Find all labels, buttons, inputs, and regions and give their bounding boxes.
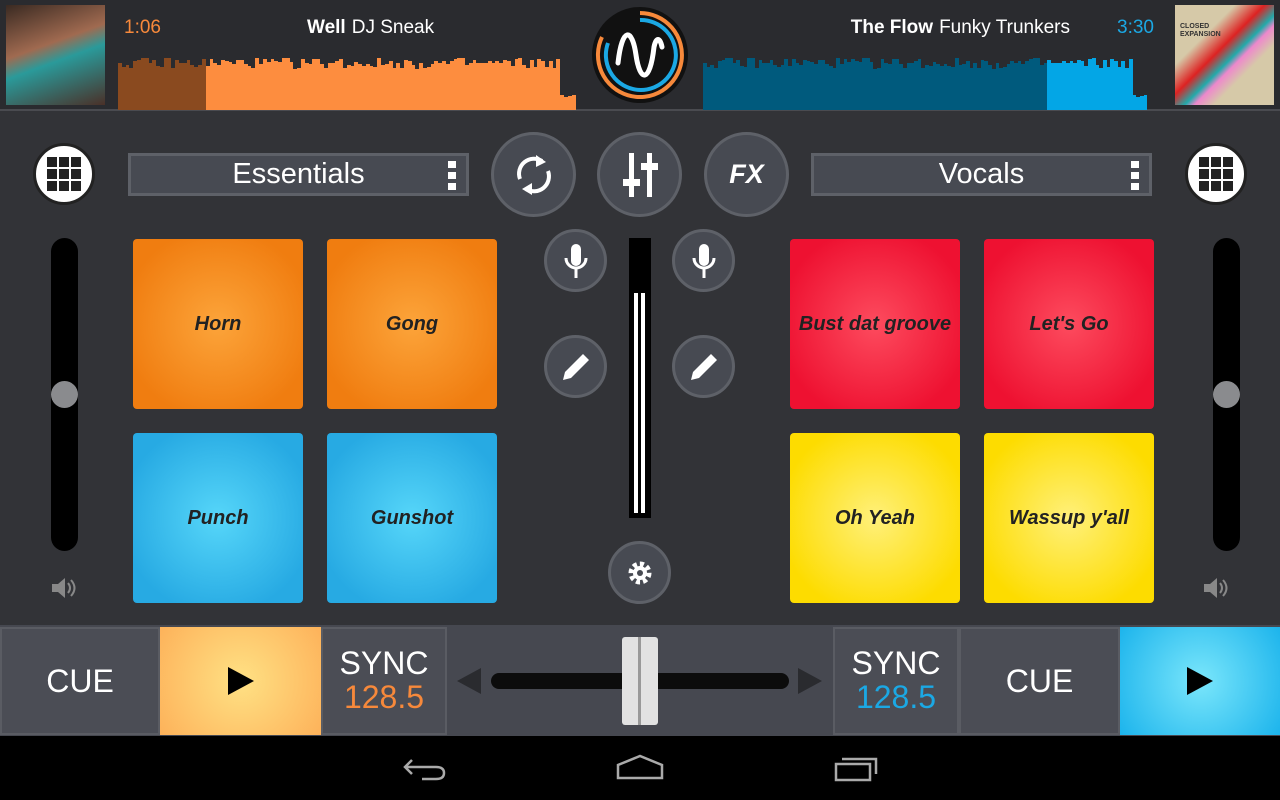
- left-sample-bank-selector[interactable]: Essentials: [128, 153, 469, 196]
- crossfader-handle[interactable]: [622, 637, 658, 725]
- sync-arrows-icon: [516, 154, 551, 195]
- right-album-text: CLOSED EXPANSION: [1180, 23, 1221, 38]
- crossfader[interactable]: [447, 625, 833, 736]
- sync-label: SYNC: [851, 645, 941, 682]
- menu-dots-icon: [448, 161, 456, 190]
- system-nav-bar: [0, 736, 1280, 800]
- pad-label: Bust dat groove: [798, 312, 952, 335]
- sample-pad[interactable]: Let's Go: [984, 239, 1154, 409]
- left-volume-slider[interactable]: [51, 238, 78, 551]
- sync-label: SYNC: [339, 645, 429, 682]
- speaker-icon: [52, 578, 76, 598]
- menu-dots-icon: [1131, 161, 1139, 190]
- left-bpm: 128.5: [343, 679, 425, 715]
- app-logo[interactable]: [592, 7, 688, 103]
- arrow-left-icon: [457, 668, 481, 694]
- left-mic-button[interactable]: [544, 229, 607, 292]
- slider-knob[interactable]: [51, 381, 78, 408]
- right-waveform[interactable]: [703, 55, 1148, 110]
- recents-icon[interactable]: [834, 754, 880, 782]
- pad-label: Gong: [385, 312, 439, 335]
- microphone-icon: [564, 243, 587, 278]
- play-icon: [227, 667, 254, 695]
- sample-pad[interactable]: Wassup y'all: [984, 433, 1154, 603]
- right-title: The Flow: [850, 17, 934, 38]
- gear-icon: [628, 561, 651, 584]
- mixer-button[interactable]: [597, 132, 682, 217]
- right-sample-bank-selector[interactable]: Vocals: [811, 153, 1152, 196]
- left-selector-label: Essentials: [232, 158, 365, 190]
- left-album-art[interactable]: [6, 5, 105, 105]
- right-track-title: The Flow Funky Trunkers: [851, 17, 1070, 39]
- top-bar: 1:06 Well DJ Sneak The Flow Funky Trunkers…: [0, 0, 1280, 111]
- settings-button[interactable]: [608, 541, 671, 604]
- waveform-bar: [571, 94, 576, 110]
- sample-pad[interactable]: Punch: [133, 433, 303, 603]
- left-grid-button[interactable]: [33, 143, 95, 205]
- left-track-title: Well DJ Sneak: [307, 17, 434, 39]
- play-icon: [1187, 667, 1213, 695]
- right-play-button[interactable]: [1120, 627, 1280, 735]
- pad-label: Wassup y'all: [1009, 506, 1129, 529]
- cue-label: CUE: [46, 662, 114, 699]
- right-bpm: 128.5: [855, 679, 937, 715]
- grid-icon: [1199, 157, 1233, 191]
- right-selector-label: Vocals: [938, 158, 1025, 190]
- grid-icon: [47, 157, 81, 191]
- left-artist: DJ Sneak: [351, 17, 435, 38]
- right-volume-slider[interactable]: [1213, 238, 1240, 551]
- back-icon[interactable]: [402, 756, 446, 782]
- right-edit-button[interactable]: [672, 335, 735, 398]
- left-cue-button[interactable]: CUE: [0, 627, 160, 735]
- left-waveform[interactable]: [118, 55, 576, 110]
- home-icon[interactable]: [616, 754, 664, 780]
- right-cue-button[interactable]: CUE: [959, 627, 1120, 735]
- right-grid-button[interactable]: [1185, 143, 1247, 205]
- pad-label: Gunshot: [370, 506, 454, 529]
- left-time: 1:06: [124, 17, 161, 38]
- pad-label: Horn: [194, 312, 242, 335]
- left-edit-button[interactable]: [544, 335, 607, 398]
- pad-label: Oh Yeah: [834, 506, 916, 529]
- right-time: 3:30: [1117, 17, 1154, 38]
- sample-pad[interactable]: Horn: [133, 239, 303, 409]
- loop-button[interactable]: [491, 132, 576, 217]
- left-play-button[interactable]: [160, 627, 321, 735]
- right-album-art[interactable]: CLOSED EXPANSION: [1175, 5, 1274, 105]
- waveform-bar: [1143, 94, 1148, 110]
- pad-label: Punch: [187, 506, 249, 529]
- speaker-icon: [1204, 578, 1228, 598]
- logo-icon: [596, 11, 684, 99]
- sample-pad[interactable]: Gong: [327, 239, 497, 409]
- right-mic-button[interactable]: [672, 229, 735, 292]
- right-artist: Funky Trunkers: [939, 17, 1070, 38]
- left-sync-button[interactable]: SYNC 128.5: [321, 627, 447, 735]
- mixer-icon: [622, 152, 658, 197]
- pencil-icon: [562, 353, 589, 380]
- left-title: Well: [307, 17, 346, 38]
- sample-pad[interactable]: Bust dat groove: [790, 239, 960, 409]
- fx-label: FX: [729, 159, 764, 189]
- arrow-right-icon: [798, 668, 822, 694]
- right-sync-button[interactable]: SYNC 128.5: [833, 627, 959, 735]
- fx-button[interactable]: FX: [704, 132, 789, 217]
- sample-pad[interactable]: Gunshot: [327, 433, 497, 603]
- slider-knob[interactable]: [1213, 381, 1240, 408]
- level-meter: [629, 238, 651, 518]
- cue-label: CUE: [1005, 662, 1074, 699]
- microphone-icon: [692, 243, 715, 278]
- pad-label: Let's Go: [1029, 312, 1109, 335]
- pencil-icon: [690, 353, 717, 380]
- sample-pad[interactable]: Oh Yeah: [790, 433, 960, 603]
- transport-bar: CUE SYNC 128.5 SYNC 128.5 CUE: [0, 625, 1280, 736]
